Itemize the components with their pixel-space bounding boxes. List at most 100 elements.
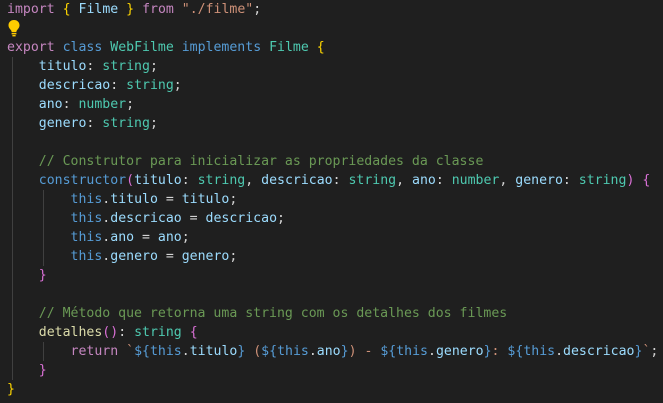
code-line[interactable]: // Método que retorna uma string com os … — [7, 304, 507, 323]
code-token: = — [181, 211, 206, 226]
code-token: Filme — [269, 40, 309, 55]
code-token: string — [102, 116, 150, 131]
code-token: "./filme" — [181, 2, 254, 17]
code-token: } — [483, 344, 492, 359]
code-line[interactable]: this.genero = genero; — [7, 247, 238, 266]
code-token: constructor — [38, 173, 127, 188]
lightbulb-icon[interactable] — [7, 19, 21, 37]
code-token: // Método que retorna uma string com os … — [38, 306, 508, 321]
code-token: ( — [245, 344, 262, 359]
code-token: string — [134, 325, 182, 340]
code-token: this — [70, 192, 103, 207]
code-token: number — [451, 173, 500, 188]
code-token: string — [348, 173, 397, 188]
code-token: this — [70, 230, 103, 245]
code-token: titulo — [38, 59, 87, 74]
code-token: { — [189, 325, 198, 340]
code-line[interactable]: } — [7, 361, 47, 380]
code-token: : — [62, 97, 79, 112]
code-token: descricao — [38, 78, 111, 93]
code-token: this — [277, 344, 309, 359]
code-token: genero — [515, 173, 563, 188]
code-token: descricao — [563, 344, 635, 359]
code-token: ; — [149, 59, 158, 74]
code-token: this — [523, 344, 556, 359]
code-line[interactable]: ano: number; — [7, 95, 134, 114]
code-token: ; — [253, 2, 262, 17]
code-token: ano — [38, 97, 63, 112]
code-token: import — [7, 2, 55, 17]
code-token: { — [642, 173, 651, 188]
code-token: ; — [229, 192, 238, 207]
code-token: WebFilme — [110, 40, 174, 55]
code-token: ano — [316, 344, 341, 359]
code-token: } — [38, 268, 47, 283]
code-token: { — [316, 40, 325, 55]
code-line[interactable]: export class WebFilme implements Filme { — [7, 38, 325, 57]
code-token: this — [70, 211, 103, 226]
code-token: ${ — [134, 344, 150, 359]
code-line[interactable]: return `${this.titulo} (${this.ano}) - $… — [7, 342, 659, 361]
code-line[interactable]: this.descricao = descricao; — [7, 209, 285, 228]
code-line[interactable]: } — [7, 380, 15, 399]
code-token: ; — [650, 344, 659, 359]
code-line[interactable]: descricao: string; — [7, 76, 182, 95]
code-token: genero — [110, 249, 158, 264]
code-token: ` — [126, 344, 135, 359]
code-editor[interactable]: import { Filme } from "./filme"; export c… — [0, 0, 663, 403]
code-line[interactable]: import { Filme } from "./filme"; — [7, 0, 261, 19]
code-token: , — [396, 173, 413, 188]
code-token: descricao — [205, 211, 278, 226]
code-line[interactable]: } — [7, 266, 47, 285]
code-token: : — [562, 173, 579, 188]
code-token: ano — [157, 230, 182, 245]
code-token: string — [126, 78, 174, 93]
code-line[interactable]: titulo: string; — [7, 57, 158, 76]
code-line[interactable]: genero: string; — [7, 114, 158, 133]
code-token: this — [396, 344, 428, 359]
code-line[interactable]: // Construtor para inicializar as propri… — [7, 152, 484, 171]
code-token: return — [70, 344, 119, 359]
code-token: implements — [181, 40, 262, 55]
code-token: titulo — [181, 192, 230, 207]
code-token: , — [499, 173, 516, 188]
code-token: ano — [412, 173, 436, 188]
code-token: detalhes — [38, 325, 103, 340]
code-token: string — [102, 59, 150, 74]
code-token: ${ — [507, 344, 524, 359]
code-token: ; — [181, 230, 190, 245]
code-token: = — [134, 230, 158, 245]
code-token: genero — [38, 116, 87, 131]
code-token: titulo — [110, 192, 158, 207]
code-token: ${ — [380, 344, 397, 359]
code-line[interactable]: this.titulo = titulo; — [7, 190, 238, 209]
code-token: genero — [181, 249, 230, 264]
code-token: . — [181, 344, 190, 359]
code-token: . — [555, 344, 564, 359]
code-token: string — [197, 173, 246, 188]
code-token: ) - — [348, 344, 381, 359]
code-line[interactable]: this.ano = ano; — [7, 228, 190, 247]
code-token: = — [157, 192, 182, 207]
code-token: : — [86, 116, 103, 131]
code-token: ano — [110, 230, 135, 245]
code-token: ) — [110, 325, 119, 340]
code-line[interactable]: detalhes(): string { — [7, 323, 198, 342]
code-line[interactable]: constructor(titulo: string, descricao: s… — [7, 171, 651, 190]
code-token: class — [62, 40, 103, 55]
code-token: : — [435, 173, 452, 188]
